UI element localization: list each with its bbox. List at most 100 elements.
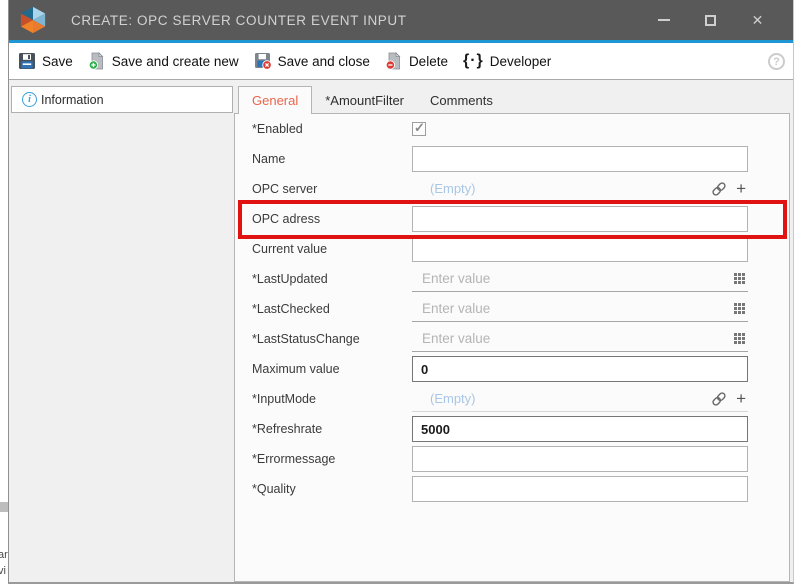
developer-button-label: Developer [490, 54, 552, 69]
field-label-lastchecked: *LastChecked [252, 302, 412, 316]
form-row-lastchecked: *LastChecked Enter value [252, 294, 748, 324]
maximize-button[interactable] [687, 0, 734, 40]
field-control-maximum-value [412, 354, 748, 384]
field-label-opc-server: OPC server [252, 182, 412, 196]
field-label-enabled: *Enabled [252, 122, 412, 136]
minimize-icon [658, 19, 670, 21]
form-row-refreshrate: *Refreshrate [252, 414, 748, 444]
form-row-inputmode: *InputMode (Empty) + [252, 384, 748, 414]
placeholder-text: Enter value [422, 331, 734, 346]
minimize-button[interactable] [640, 0, 687, 40]
field-control-inputmode: (Empty) + [412, 384, 748, 414]
lastupdated-datetime-field[interactable]: Enter value [412, 266, 748, 292]
save-create-new-icon [88, 52, 106, 70]
field-label-quality: *Quality [252, 482, 412, 496]
field-control-name [412, 144, 748, 174]
developer-button[interactable]: {·} Developer [463, 52, 551, 70]
form-row-name: Name [252, 144, 748, 174]
app-logo-icon [16, 5, 50, 35]
developer-braces-icon: {·} [463, 52, 484, 70]
field-control-opc-adress [412, 204, 748, 234]
title-bar: CREATE: OPC SERVER COUNTER EVENT INPUT ✕ [9, 0, 793, 40]
field-label-maximum-value: Maximum value [252, 362, 412, 376]
form-row-laststatuschange: *LastStatusChange Enter value [252, 324, 748, 354]
window-controls: ✕ [640, 0, 781, 40]
field-label-lastupdated: *LastUpdated [252, 272, 412, 286]
field-control-opc-server: (Empty)+ [412, 174, 748, 204]
background-text-fragment: vi [0, 565, 6, 577]
delete-button[interactable]: Delete [385, 52, 448, 70]
tab-bar: General*AmountFilterComments [238, 86, 506, 114]
quality-input[interactable] [412, 476, 748, 502]
form-row-quality: *Quality [252, 474, 748, 504]
save-button[interactable]: Save [18, 52, 73, 70]
save-floppy-icon [18, 52, 36, 70]
save-and-close-button[interactable]: Save and close [254, 52, 370, 70]
lastchecked-datetime-field[interactable]: Enter value [412, 296, 748, 322]
link-icon[interactable] [711, 181, 727, 197]
current-value-input[interactable] [412, 236, 748, 262]
save-and-close-label: Save and close [278, 54, 370, 69]
window-title: CREATE: OPC SERVER COUNTER EVENT INPUT [71, 13, 407, 28]
field-control-refreshrate [412, 414, 748, 444]
tab-comments[interactable]: Comments [417, 86, 506, 114]
add-icon[interactable]: + [736, 180, 746, 197]
field-label-name: Name [252, 152, 412, 166]
grid-picker-icon[interactable] [734, 303, 745, 314]
placeholder-text: Enter value [422, 301, 734, 316]
save-and-create-new-button[interactable]: Save and create new [88, 52, 239, 70]
field-label-inputmode: *InputMode [252, 392, 412, 406]
create-opc-counter-dialog: CREATE: OPC SERVER COUNTER EVENT INPUT ✕… [8, 0, 794, 584]
field-label-opc-adress: OPC adress [252, 212, 412, 226]
general-tab-form: *Enabled✓NameOPC server(Empty)+OPC adres… [234, 113, 790, 582]
tab-amountfilter[interactable]: *AmountFilter [312, 86, 417, 114]
field-label-current-value: Current value [252, 242, 412, 256]
form-row-current-value: Current value [252, 234, 748, 264]
field-label-laststatuschange: *LastStatusChange [252, 332, 412, 346]
form-row-opc-server: OPC server(Empty)+ [252, 174, 748, 204]
field-label-refreshrate: *Refreshrate [252, 422, 412, 436]
field-control-current-value [412, 234, 748, 264]
opc-server-lookup-field[interactable]: (Empty)+ [412, 176, 748, 202]
checkmark-icon: ✓ [414, 120, 425, 136]
errormessage-input[interactable] [412, 446, 748, 472]
field-control-lastupdated: Enter value [412, 264, 748, 294]
field-control-lastchecked: Enter value [412, 294, 748, 324]
field-label-errormessage: *Errormessage [252, 452, 412, 466]
opc-adress-input[interactable] [412, 206, 748, 232]
grid-picker-icon[interactable] [734, 333, 745, 344]
help-icon[interactable]: ? [768, 53, 785, 70]
refreshrate-input[interactable] [412, 416, 748, 442]
field-control-quality [412, 474, 748, 504]
field-control-errormessage [412, 444, 748, 474]
tab-general[interactable]: General [238, 86, 312, 114]
background-text-fragment: ar [0, 549, 8, 561]
placeholder-text: Enter value [422, 271, 734, 286]
field-control-enabled: ✓ [412, 114, 748, 144]
name-input[interactable] [412, 146, 748, 172]
save-button-label: Save [42, 54, 73, 69]
lookup-empty-value: (Empty) [430, 391, 711, 406]
form-row-lastupdated: *LastUpdated Enter value [252, 264, 748, 294]
inputmode-lookup-field[interactable]: (Empty) + [412, 386, 748, 412]
form-row-enabled: *Enabled✓ [252, 114, 748, 144]
close-icon: ✕ [752, 13, 764, 27]
field-control-laststatuschange: Enter value [412, 324, 748, 354]
save-and-create-new-label: Save and create new [112, 54, 239, 69]
enabled-checkbox[interactable]: ✓ [412, 122, 426, 136]
save-close-icon [254, 52, 272, 70]
maximum-value-input[interactable] [412, 356, 748, 382]
information-label: Information [41, 93, 104, 107]
form-row-opc-adress: OPC adress [252, 204, 748, 234]
delete-icon [385, 52, 403, 70]
close-button[interactable]: ✕ [734, 0, 781, 40]
form-row-errormessage: *Errormessage [252, 444, 748, 474]
laststatuschange-datetime-field[interactable]: Enter value [412, 326, 748, 352]
info-icon: i [22, 92, 37, 107]
add-icon[interactable]: + [736, 390, 746, 407]
link-icon[interactable] [711, 391, 727, 407]
sidebar-information-header[interactable]: i Information [11, 86, 233, 113]
toolbar: Save Save and create new Save and close [9, 43, 793, 80]
grid-picker-icon[interactable] [734, 273, 745, 284]
delete-button-label: Delete [409, 54, 448, 69]
